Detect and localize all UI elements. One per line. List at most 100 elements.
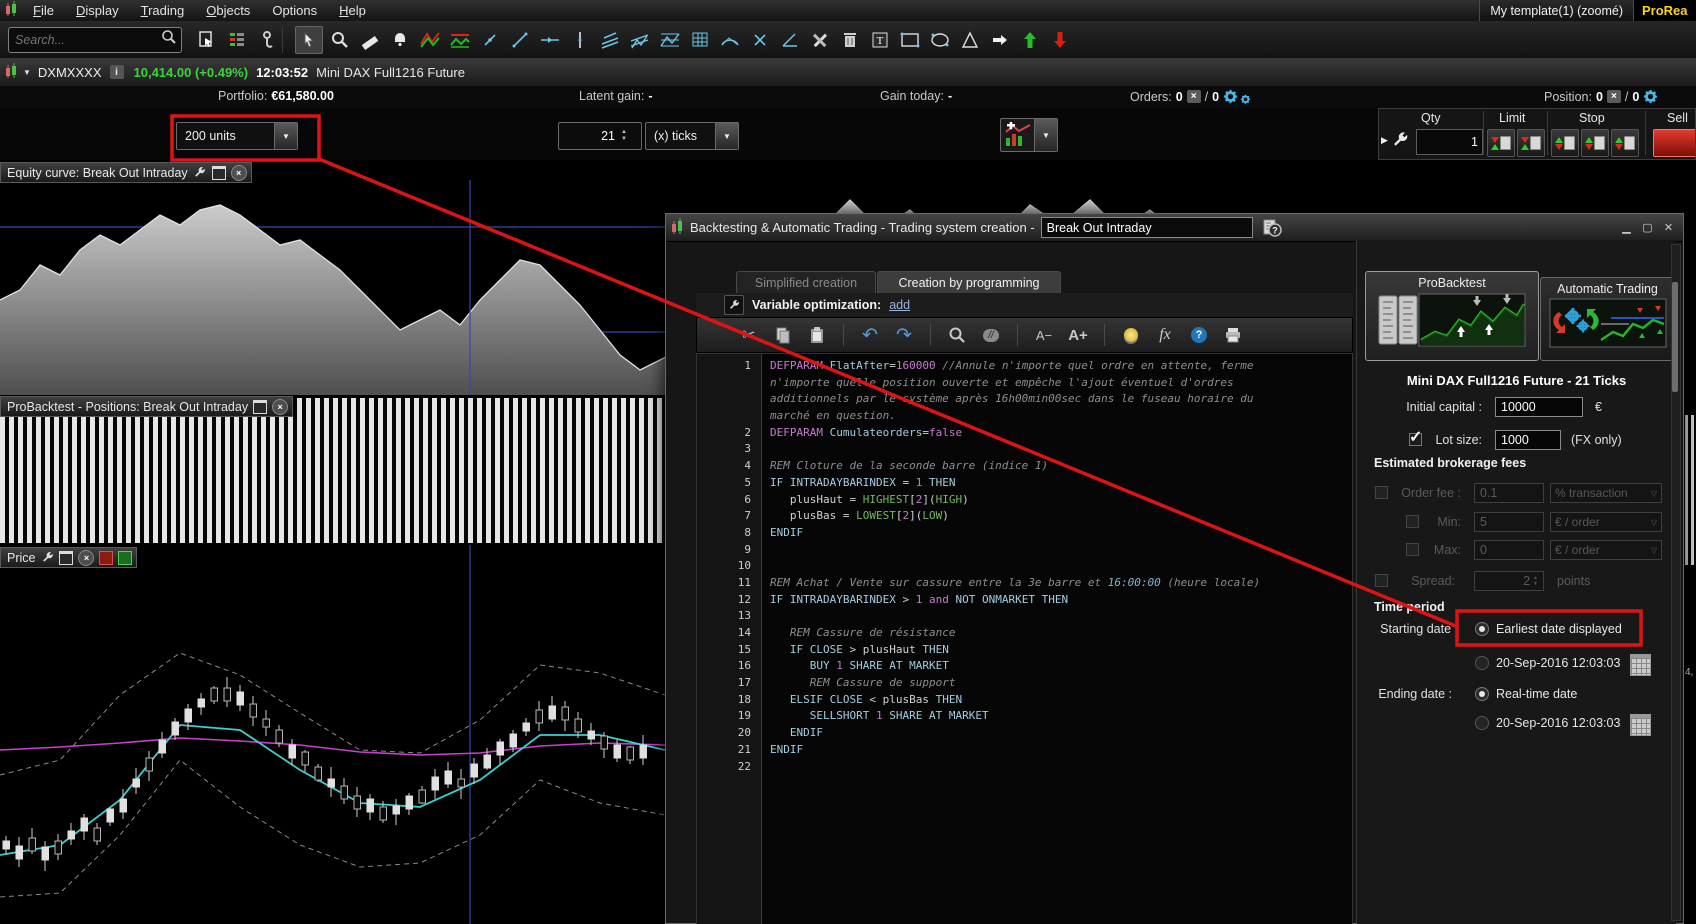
realtime-date-radio[interactable]	[1475, 687, 1489, 701]
dialog-scrollbar[interactable]	[1671, 244, 1681, 921]
dialog-titlebar[interactable]: Backtesting & Automatic Trading - Tradin…	[666, 214, 1683, 242]
font-larger-icon[interactable]: A+	[1066, 323, 1090, 347]
insert-function-icon[interactable]: fx	[1153, 323, 1177, 347]
fibonacci-tool-icon[interactable]	[657, 27, 683, 53]
find-icon[interactable]	[945, 323, 969, 347]
settings-wrench-icon[interactable]	[40, 551, 54, 564]
quantity-input[interactable]	[1416, 129, 1483, 155]
tab-creation-by-programming[interactable]: Creation by programming	[877, 271, 1061, 293]
alert-bell-icon[interactable]	[387, 27, 413, 53]
cut-icon[interactable]: ✂	[737, 323, 761, 347]
max-fee-input[interactable]	[1474, 540, 1544, 560]
scrollbar-thumb[interactable]	[1672, 282, 1678, 392]
add-chart-button[interactable]: ▼	[1000, 118, 1058, 152]
spread-spinner[interactable]: 2 ▲ ▼	[1474, 571, 1544, 591]
zoom-tool-icon[interactable]	[327, 27, 353, 53]
close-icon[interactable]: ✕	[1660, 220, 1677, 235]
trendline-tool-icon[interactable]	[507, 27, 533, 53]
chevron-down-icon[interactable]: ▼	[1034, 119, 1057, 151]
spread-checkbox[interactable]	[1375, 574, 1388, 587]
redo-icon[interactable]: ↷	[892, 323, 916, 347]
units-dropdown[interactable]: 200 units ▼	[176, 122, 298, 150]
comment-icon[interactable]: //	[979, 323, 1003, 347]
triangle-tool-icon[interactable]	[957, 27, 983, 53]
help-doc-icon[interactable]: ?	[1261, 218, 1283, 238]
close-icon[interactable]: ×	[272, 398, 289, 415]
settings-wrench-icon[interactable]	[193, 166, 207, 179]
lot-size-checkbox[interactable]	[1409, 427, 1422, 447]
initial-capital-input[interactable]	[1495, 397, 1583, 417]
arc-tool-icon[interactable]	[717, 27, 743, 53]
min-fee-unit-select[interactable]: € / order ▽	[1550, 512, 1662, 532]
link-charts-icon[interactable]	[254, 27, 280, 53]
spin-up-icon[interactable]: ▲	[621, 129, 627, 136]
close-icon[interactable]: ×	[230, 164, 247, 181]
search-input[interactable]	[9, 32, 161, 47]
positions-panel-titlebar[interactable]: ProBacktest - Positions: Break Out Intra…	[0, 396, 294, 417]
menu-help[interactable]: Help	[328, 3, 377, 18]
cursor-tool-icon[interactable]	[295, 25, 323, 54]
channel-tool-icon[interactable]	[447, 27, 473, 53]
rectangle-tool-icon[interactable]	[897, 27, 923, 53]
automatic-trading-button[interactable]: Automatic Trading	[1540, 277, 1675, 361]
chevron-down-icon[interactable]: ▼	[715, 123, 738, 149]
calendar-icon[interactable]	[1630, 714, 1651, 736]
sell-market-button[interactable]	[1653, 129, 1695, 157]
custom-start-date-radio[interactable]	[1475, 656, 1489, 670]
lot-size-input[interactable]	[1495, 430, 1561, 450]
varopt-wrench-icon[interactable]	[724, 295, 744, 315]
code-editor[interactable]: 1 DEFPARAM FlatAfter=160000 //Annule n'im…	[696, 353, 1353, 924]
maximize-icon[interactable]: ▢	[1639, 220, 1656, 235]
tools-icon[interactable]	[807, 27, 833, 53]
add-variable-link[interactable]: add	[889, 298, 910, 312]
print-icon[interactable]	[1221, 323, 1245, 347]
earliest-date-option[interactable]: Earliest date displayed	[1496, 622, 1622, 636]
max-fee-unit-select[interactable]: € / order ▽	[1550, 540, 1662, 560]
horizontal-line-tool-icon[interactable]	[537, 27, 563, 53]
pitchfork-tool-icon[interactable]	[627, 27, 653, 53]
chevron-down-icon[interactable]: ▼	[274, 123, 297, 149]
order-fee-checkbox[interactable]	[1375, 486, 1388, 499]
vertical-line-tool-icon[interactable]	[567, 27, 593, 53]
copy-icon[interactable]	[771, 323, 795, 347]
undo-icon[interactable]: ↶	[858, 323, 882, 347]
info-icon[interactable]: i	[109, 65, 124, 79]
watchlist-icon[interactable]	[224, 27, 250, 53]
detach-window-icon[interactable]	[59, 550, 74, 565]
menu-options[interactable]: Options	[261, 3, 328, 18]
hint-bulb-icon[interactable]	[1119, 323, 1143, 347]
detach-window-icon[interactable]	[211, 165, 226, 180]
min-fee-checkbox[interactable]	[1406, 515, 1419, 528]
equity-panel-titlebar[interactable]: Equity curve: Break Out Intraday ×	[0, 162, 252, 183]
font-smaller-icon[interactable]: A−	[1032, 323, 1056, 347]
sell-limit-button[interactable]	[1517, 129, 1545, 157]
max-fee-checkbox[interactable]	[1406, 543, 1419, 556]
realtime-date-option[interactable]: Real-time date	[1496, 687, 1577, 701]
paste-icon[interactable]	[805, 323, 829, 347]
ellipse-tool-icon[interactable]	[927, 27, 953, 53]
arrow-down-icon[interactable]	[1047, 27, 1073, 53]
new-order-icon[interactable]	[194, 27, 220, 53]
parallel-lines-tool-icon[interactable]	[597, 27, 623, 53]
cross-tool-icon[interactable]	[747, 27, 773, 53]
spin-down-icon[interactable]: ▼	[621, 136, 627, 143]
tab-simplified-creation[interactable]: Simplified creation	[736, 271, 876, 293]
stop-order-button[interactable]	[1611, 129, 1639, 157]
probacktest-button[interactable]: ProBacktest	[1365, 271, 1539, 361]
timeframe-dropdown[interactable]: (x) ticks ▼	[645, 122, 739, 150]
help-icon[interactable]: ?	[1187, 323, 1211, 347]
custom-end-date-radio[interactable]	[1475, 716, 1489, 730]
detach-window-icon[interactable]	[253, 399, 268, 414]
end-date-value[interactable]: 20-Sep-2016 12:03:03	[1496, 716, 1620, 730]
order-fee-input[interactable]	[1474, 483, 1544, 503]
close-icon[interactable]: ×	[78, 549, 95, 566]
search-icon[interactable]	[161, 29, 177, 50]
buy-marker-icon[interactable]	[118, 550, 133, 565]
point-tool-icon[interactable]	[477, 27, 503, 53]
sell-marker-icon[interactable]	[99, 550, 114, 565]
minimize-icon[interactable]: ▁	[1618, 220, 1635, 235]
earliest-date-radio[interactable]	[1475, 622, 1489, 636]
calendar-icon[interactable]	[1630, 654, 1651, 676]
start-date-value[interactable]: 20-Sep-2016 12:03:03	[1496, 656, 1620, 670]
zigzag-tool-icon[interactable]	[417, 27, 443, 53]
